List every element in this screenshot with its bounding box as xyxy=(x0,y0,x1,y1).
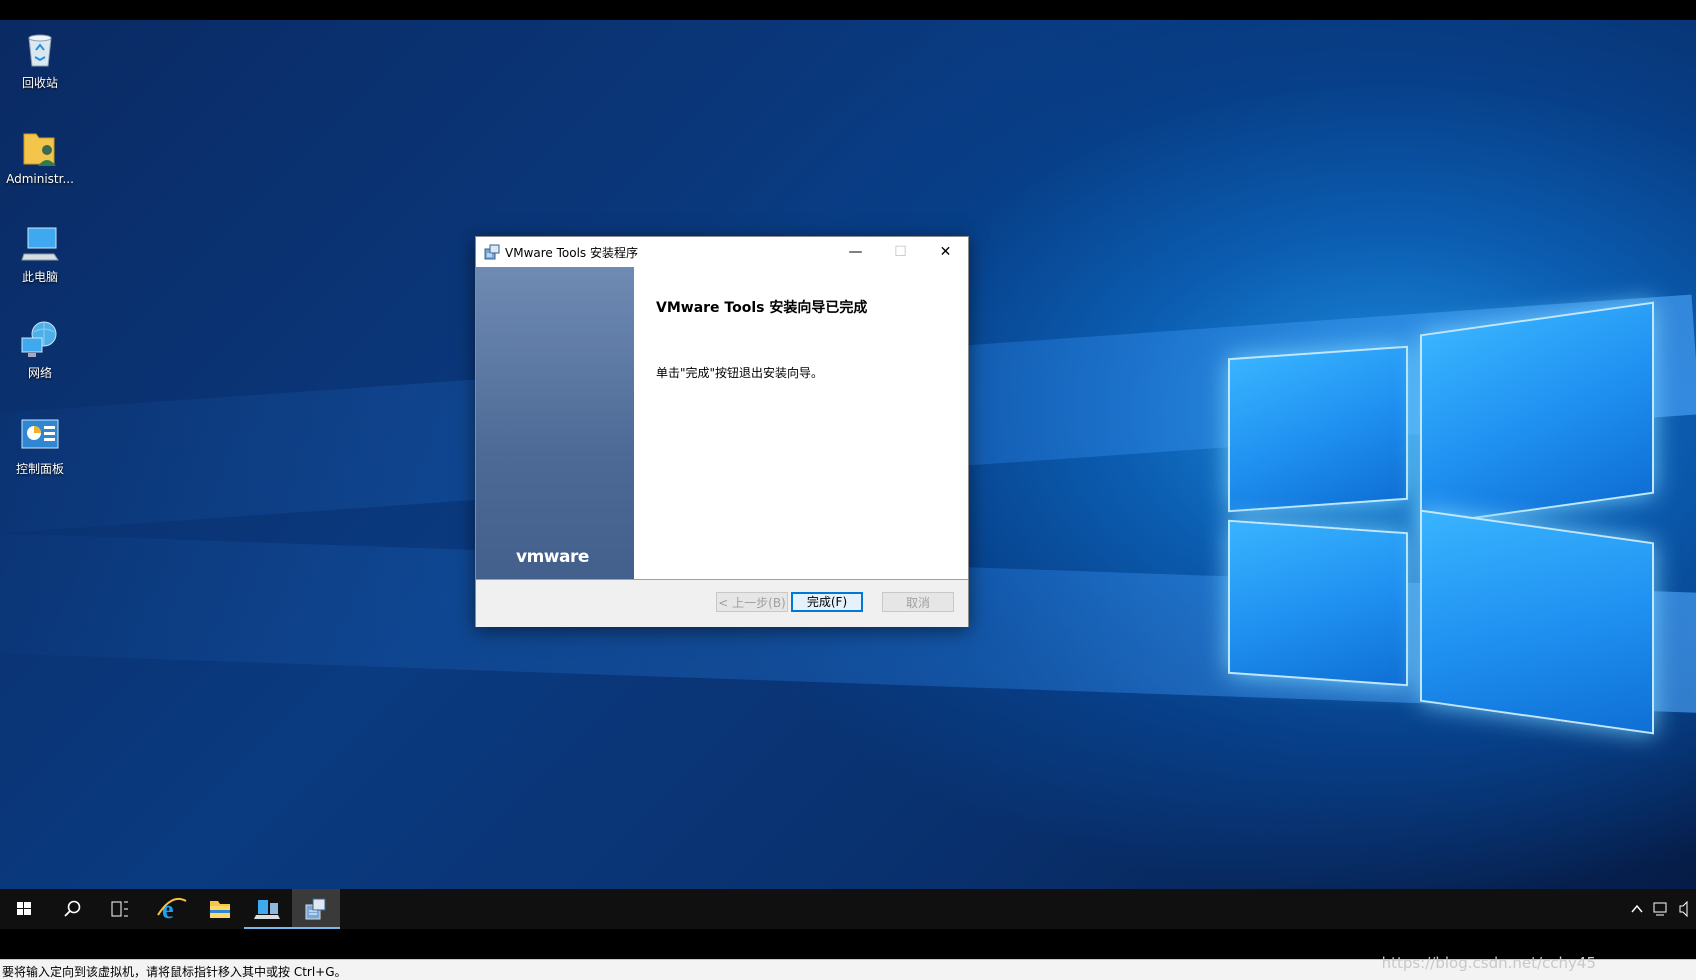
user-folder-icon xyxy=(20,128,60,168)
server-manager-button[interactable] xyxy=(244,889,292,929)
network-status-icon xyxy=(1653,902,1667,916)
search-icon xyxy=(64,900,81,917)
finish-button[interactable]: 完成(F) xyxy=(791,592,863,612)
server-manager-icon xyxy=(254,900,280,919)
maximize-button: ☐ xyxy=(894,244,907,260)
file-explorer-icon xyxy=(210,901,230,918)
desktop-icon-control-panel[interactable]: 控制面板 xyxy=(4,416,76,477)
desktop-icon-network[interactable]: 网络 xyxy=(4,320,76,381)
desktop-icon-label: 网络 xyxy=(27,366,52,380)
desktop-icon-this-pc[interactable]: 此电脑 xyxy=(4,224,76,285)
system-tray xyxy=(1626,889,1696,929)
vmware-tools-setup-dialog: VMware Tools 安装程序 — ☐ ✕ vmware VMware To… xyxy=(475,236,969,627)
windows-logo xyxy=(1220,301,1660,760)
recycle-bin-icon xyxy=(20,30,60,70)
dialog-title: VMware Tools 安装程序 xyxy=(505,246,638,260)
internet-explorer-button[interactable]: e xyxy=(148,889,196,929)
task-view-button[interactable] xyxy=(96,889,144,929)
wizard-side-panel: vmware xyxy=(476,267,634,579)
wizard-heading: VMware Tools 安装向导已完成 xyxy=(656,300,868,316)
vm-input-hint: 要将输入定向到该虚拟机，请将鼠标指针移入其中或按 Ctrl+G。 xyxy=(2,965,347,979)
desktop-icon-label: 此电脑 xyxy=(21,270,58,284)
desktop-icon-recycle-bin[interactable]: 回收站 xyxy=(4,30,76,91)
internet-explorer-icon: e xyxy=(157,895,187,924)
desktop: 回收站 Administr... 此电脑 网络 控制面板 VMware Tool… xyxy=(0,20,1696,889)
desktop-icon-label: Administr... xyxy=(6,172,74,186)
setup-icon xyxy=(484,244,500,260)
start-button[interactable] xyxy=(0,889,48,929)
minimize-button[interactable]: — xyxy=(833,237,878,267)
back-button: < 上一步(B) xyxy=(716,592,788,612)
wizard-footer: < 上一步(B) 完成(F) 取消 xyxy=(476,579,968,627)
volume-icon xyxy=(1679,900,1688,918)
vmware-tools-setup-taskbar-button[interactable] xyxy=(292,889,340,929)
vm-status-bar: 要将输入定向到该虚拟机，请将鼠标指针移入其中或按 Ctrl+G。 https:/… xyxy=(0,954,1696,980)
vmware-logo: vmware xyxy=(516,547,589,567)
watermark: https://blog.csdn.net/cchy45 xyxy=(1381,954,1596,972)
dialog-titlebar[interactable]: VMware Tools 安装程序 — ☐ ✕ xyxy=(476,237,968,267)
desktop-icon-label: 控制面板 xyxy=(15,462,64,476)
desktop-icon-label: 回收站 xyxy=(21,76,58,90)
wizard-description: 单击"完成"按钮退出安装向导。 xyxy=(656,366,824,380)
task-view-icon xyxy=(111,901,128,917)
network-icon xyxy=(20,320,60,360)
chevron-up-icon xyxy=(1631,904,1643,913)
wizard-content: VMware Tools 安装向导已完成 单击"完成"按钮退出安装向导。 xyxy=(634,267,968,579)
close-button[interactable]: ✕ xyxy=(923,237,968,267)
file-explorer-button[interactable] xyxy=(196,889,244,929)
start-icon xyxy=(17,902,31,915)
this-pc-icon xyxy=(20,224,60,264)
desktop-icon-administrator[interactable]: Administr... xyxy=(4,128,76,186)
cancel-button: 取消 xyxy=(882,592,954,612)
vmware-tools-setup-icon xyxy=(305,898,326,920)
search-button[interactable] xyxy=(48,889,96,929)
control-panel-icon xyxy=(20,416,60,456)
taskbar: e xyxy=(0,889,1696,929)
svg-text:e: e xyxy=(162,895,174,924)
